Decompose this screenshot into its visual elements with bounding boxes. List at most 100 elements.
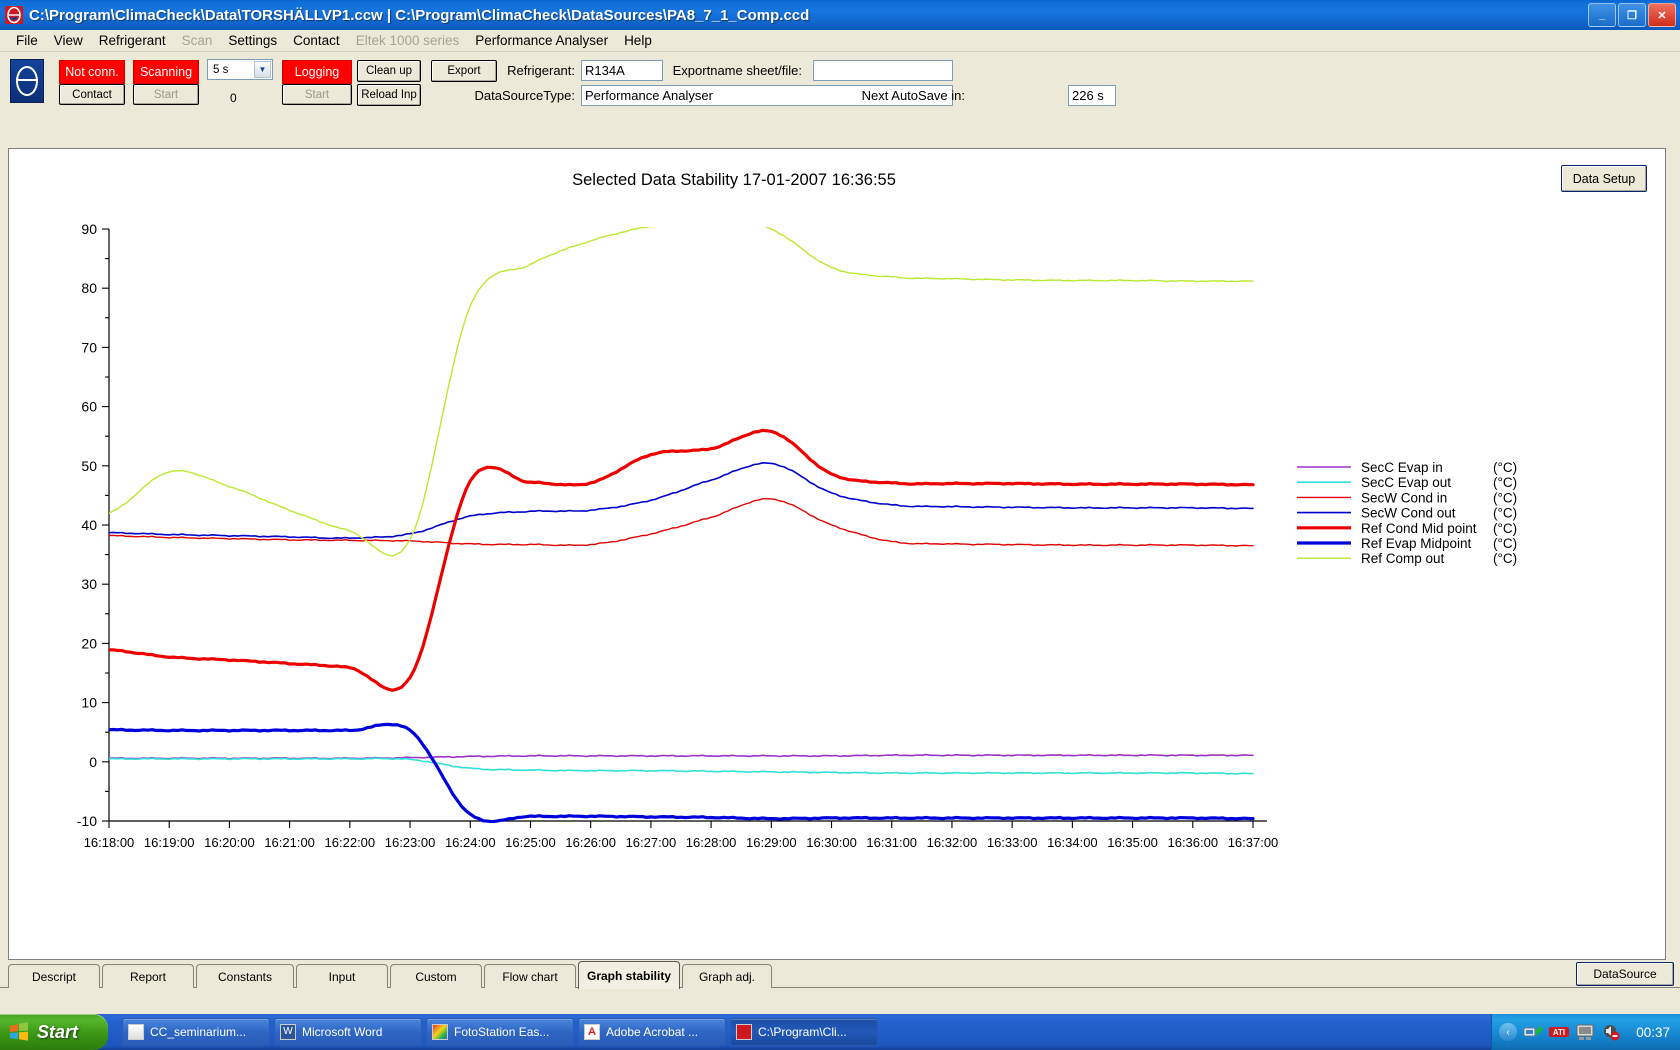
svg-text:16:37:00: 16:37:00 [1228, 835, 1279, 850]
menu-item-settings[interactable]: Settings [220, 31, 285, 50]
menu-item-scan: Scan [181, 33, 213, 48]
toolbar: Not conn. Contact Scanning Start 5 s ▼ 0… [0, 52, 1680, 115]
document-icon [128, 1024, 144, 1040]
menu-item-help[interactable]: Help [616, 31, 660, 50]
toolbar-spacer [0, 114, 1680, 148]
tab-report[interactable]: Report [102, 964, 194, 988]
taskbar-item-1[interactable]: W Microsoft Word [274, 1018, 422, 1046]
series-line-2 [109, 498, 1254, 547]
svg-text:0: 0 [89, 754, 97, 770]
taskbar-item-label: Adobe Acrobat ... [606, 1025, 699, 1039]
legend-unit-4: (°C) [1493, 521, 1517, 536]
legend-unit-5: (°C) [1493, 536, 1517, 551]
chevron-down-icon[interactable]: ▼ [254, 61, 271, 78]
taskbar-item-4[interactable]: C:\Program\Cli... [730, 1018, 878, 1046]
svg-text:16:29:00: 16:29:00 [746, 835, 797, 850]
start-button[interactable]: Start [0, 1014, 108, 1050]
scan-interval-value: 5 s [213, 63, 229, 76]
legend-unit-1: (°C) [1493, 475, 1517, 490]
scan-interval-select[interactable]: 5 s ▼ [207, 59, 273, 80]
svg-text:16:25:00: 16:25:00 [505, 835, 556, 850]
tab-input[interactable]: Input [296, 964, 388, 988]
contact-button[interactable]: Contact [59, 84, 125, 105]
taskbar-item-label: FotoStation Eas... [454, 1025, 550, 1039]
legend-label-4: Ref Cond Mid point [1361, 521, 1477, 536]
scan-start-button[interactable]: Start [133, 84, 199, 105]
show-hidden-icons-icon[interactable]: ‹ [1499, 1023, 1517, 1041]
svg-text:16:21:00: 16:21:00 [264, 835, 315, 850]
svg-text:-10: -10 [77, 813, 97, 829]
reload-inp-button[interactable]: Reload Inp [357, 84, 421, 106]
chart-legend: SecC Evap in (°C) SecC Evap out (°C) SecW Co… [1297, 460, 1517, 566]
svg-text:16:34:00: 16:34:00 [1047, 835, 1098, 850]
taskbar-item-0[interactable]: CC_seminarium... [122, 1018, 270, 1046]
window-controls: _ ❐ ✕ [1588, 3, 1676, 27]
taskbar-item-2[interactable]: FotoStation Eas... [426, 1018, 574, 1046]
clean-up-button[interactable]: Clean up [357, 60, 421, 82]
svg-text:16:36:00: 16:36:00 [1167, 835, 1218, 850]
series-line-1 [109, 757, 1254, 775]
network-icon[interactable] [1523, 1023, 1543, 1041]
maximize-button[interactable]: ❐ [1618, 3, 1646, 27]
acrobat-icon: A [584, 1024, 600, 1040]
tab-graph-stability[interactable]: Graph stability [578, 961, 680, 989]
start-label: Start [37, 1021, 79, 1042]
menu-item-eltek-1000-series: Eltek 1000 series [355, 33, 460, 48]
connection-status-indicator: Not conn. [59, 60, 125, 84]
taskbar-item-3[interactable]: A Adobe Acrobat ... [578, 1018, 726, 1046]
stability-line-chart[interactable]: -10 0 10 20 30 40 50 60 70 80 90 16:18:00 16:19:00 16… [9, 149, 1665, 959]
windows-flag-icon [8, 1022, 30, 1042]
svg-text:16:35:00: 16:35:00 [1107, 835, 1158, 850]
svg-text:60: 60 [81, 399, 97, 415]
svg-text:16:23:00: 16:23:00 [385, 835, 436, 850]
tab-graph-adj[interactable]: Graph adj. [682, 964, 772, 988]
taskbar: Start CC_seminarium... W Microsoft Word … [0, 1014, 1680, 1050]
display-icon[interactable] [1575, 1023, 1595, 1041]
menu-item-file[interactable]: File [8, 31, 46, 50]
svg-text:80: 80 [81, 280, 97, 296]
svg-text:40: 40 [81, 517, 97, 533]
logging-start-button[interactable]: Start [282, 84, 352, 105]
tab-custom[interactable]: Custom [390, 964, 482, 988]
svg-text:16:27:00: 16:27:00 [626, 835, 677, 850]
series-line-4 [109, 428, 1255, 692]
tab-bar: Descript Report Constants Input Custom F… [0, 960, 1680, 990]
svg-text:16:33:00: 16:33:00 [987, 835, 1038, 850]
taskbar-clock[interactable]: 00:37 [1636, 1025, 1670, 1040]
word-icon: W [280, 1024, 296, 1040]
series-line-3 [109, 462, 1254, 540]
menu-item-refrigerant[interactable]: Refrigerant [91, 31, 174, 50]
svg-text:90: 90 [81, 221, 97, 237]
logging-status-indicator: Logging [282, 60, 352, 84]
taskbar-item-label: C:\Program\Cli... [758, 1025, 847, 1039]
legend-label-3: SecW Cond out [1361, 506, 1456, 521]
svg-text:ATI: ATI [1553, 1028, 1565, 1037]
menu-item-view[interactable]: View [46, 31, 91, 50]
legend-label-2: SecW Cond in [1361, 490, 1447, 505]
refrigerant-input[interactable]: R134A [581, 60, 663, 81]
climacheck-logo-icon [10, 59, 44, 103]
datasource-button[interactable]: DataSource [1576, 962, 1674, 986]
ati-icon[interactable]: ATI [1549, 1023, 1569, 1041]
tab-constants[interactable]: Constants [196, 964, 294, 988]
autosave-label: Next AutoSave in: [861, 88, 965, 103]
tab-descript[interactable]: Descript [8, 964, 100, 988]
minimize-button[interactable]: _ [1588, 3, 1616, 27]
volume-muted-icon[interactable] [1601, 1023, 1621, 1041]
exportname-input[interactable] [813, 60, 953, 81]
legend-unit-0: (°C) [1493, 460, 1517, 475]
svg-text:10: 10 [81, 695, 97, 711]
scan-counter: 0 [230, 91, 237, 105]
close-button[interactable]: ✕ [1648, 3, 1676, 27]
legend-label-0: SecC Evap in [1361, 460, 1443, 475]
app-icon [4, 5, 24, 25]
menu-item-performance-analyser[interactable]: Performance Analyser [467, 31, 616, 50]
svg-text:16:18:00: 16:18:00 [84, 835, 135, 850]
taskbar-item-label: CC_seminarium... [150, 1025, 247, 1039]
tab-flow-chart[interactable]: Flow chart [484, 964, 576, 988]
fotostation-icon [432, 1024, 448, 1040]
system-tray: ‹ ATI 00:37 [1491, 1014, 1680, 1050]
menu-item-contact[interactable]: Contact [285, 31, 348, 50]
svg-text:16:24:00: 16:24:00 [445, 835, 496, 850]
autosave-value: 226 s [1068, 85, 1116, 106]
